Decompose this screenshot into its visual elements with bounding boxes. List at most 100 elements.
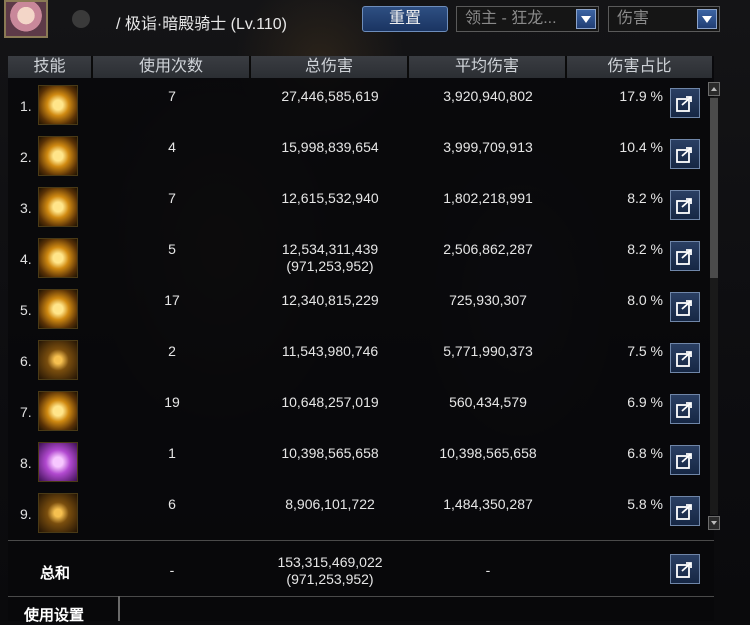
table-row: 8. 1 10,398,565,658 10,398,565,658 6.8 % <box>8 437 714 488</box>
tab-usage-settings[interactable]: 使用设置 <box>24 604 84 625</box>
total-damage: 11,543,980,746 <box>251 343 409 360</box>
share-icon <box>676 351 692 367</box>
share-icon <box>676 402 692 418</box>
table-row: 9. 6 8,906,101,722 1,484,350,287 5.8 % <box>8 488 714 539</box>
column-header-percent: 伤害占比 <box>567 56 712 78</box>
total-damage: 10,398,565,658 <box>251 445 409 462</box>
damage-stats-panel: 技能 使用次数 总伤害 平均伤害 伤害占比 1. 7 27,446,585,61… <box>8 56 714 624</box>
share-icon <box>676 147 692 163</box>
metric-select[interactable]: 伤害 <box>608 6 720 32</box>
chevron-down-icon[interactable] <box>697 9 717 29</box>
total-damage-value: 10,398,565,658 <box>281 445 379 461</box>
divider <box>8 540 714 541</box>
average-damage: 1,484,350,287 <box>443 496 533 512</box>
total-damage-value: 27,446,585,619 <box>281 88 379 104</box>
share-button[interactable] <box>670 394 700 424</box>
average-damage: 1,802,218,991 <box>443 190 533 206</box>
scroll-down-button[interactable] <box>708 516 720 530</box>
use-count: 17 <box>164 292 180 308</box>
summary-average: - <box>485 562 491 578</box>
share-button[interactable] <box>670 139 700 169</box>
damage-percent: 8.2 % <box>627 241 663 257</box>
table-row: 2. 4 15,998,839,654 3,999,709,913 10.4 % <box>8 131 714 182</box>
share-icon <box>676 96 692 112</box>
row-rank: 8. <box>20 455 32 471</box>
total-damage-value: 12,615,532,940 <box>281 190 379 206</box>
golden-rune-skill-icon <box>38 493 78 533</box>
damage-percent: 8.2 % <box>627 190 663 206</box>
row-rank: 1. <box>20 98 32 114</box>
table-row: 1. 7 27,446,585,619 3,920,940,802 17.9 % <box>8 80 714 131</box>
share-button[interactable] <box>670 343 700 373</box>
golden-orb-skill-icon <box>38 136 78 176</box>
damage-percent: 17.9 % <box>619 88 663 104</box>
share-icon <box>676 198 692 214</box>
summary-row: 总和 - 153,315,469,022 (971,253,952) - <box>8 546 714 597</box>
reset-button[interactable]: 重置 <box>362 6 448 32</box>
average-damage: 3,920,940,802 <box>443 88 533 104</box>
total-damage-value: 12,534,311,439 <box>281 241 379 257</box>
golden-beam-skill-icon <box>38 85 78 125</box>
golden-sun-skill-icon <box>38 340 78 380</box>
row-rank: 7. <box>20 404 32 420</box>
purple-aura-skill-icon <box>38 442 78 482</box>
total-damage: 12,534,311,439 (971,253,952) <box>251 241 409 275</box>
row-rank: 6. <box>20 353 32 369</box>
metric-select-value: 伤害 <box>617 10 650 27</box>
table-row: 4. 5 12,534,311,439 (971,253,952) 2,506,8… <box>8 233 714 284</box>
total-damage: 10,648,257,019 <box>251 394 409 411</box>
use-count: 6 <box>168 496 176 512</box>
use-count: 19 <box>164 394 180 410</box>
row-rank: 2. <box>20 149 32 165</box>
target-select-value: 领主 - 狂龙... <box>465 10 557 27</box>
column-header-count: 使用次数 <box>93 56 251 78</box>
use-count: 7 <box>168 190 176 206</box>
row-rank: 9. <box>20 506 32 522</box>
total-damage-value: 8,906,101,722 <box>285 496 375 512</box>
scrollbar-thumb[interactable] <box>710 98 718 278</box>
total-damage: 15,998,839,654 <box>251 139 409 156</box>
average-damage: 3,999,709,913 <box>443 139 533 155</box>
table-row: 3. 7 12,615,532,940 1,802,218,991 8.2 % <box>8 182 714 233</box>
total-damage-value: 10,648,257,019 <box>281 394 379 410</box>
table-row: 7. 19 10,648,257,019 560,434,579 6.9 % <box>8 386 714 437</box>
total-damage-value: 15,998,839,654 <box>281 139 379 155</box>
share-icon <box>676 453 692 469</box>
share-button[interactable] <box>670 496 700 526</box>
tab-divider <box>118 596 120 621</box>
total-damage: 12,615,532,940 <box>251 190 409 207</box>
share-button[interactable] <box>670 445 700 475</box>
average-damage: 2,506,862,287 <box>443 241 533 257</box>
total-damage-value: 12,340,815,229 <box>281 292 379 308</box>
row-rank: 5. <box>20 302 32 318</box>
status-dot-icon <box>72 10 90 28</box>
character-avatar <box>4 0 48 38</box>
golden-burst-skill-icon <box>38 238 78 278</box>
summary-total: 153,315,469,022 (971,253,952) <box>251 554 409 588</box>
top-bar: / 极诣·暗殿骑士 (Lv.110) 重置 领主 - 狂龙... 伤害 <box>0 0 750 40</box>
chevron-down-icon[interactable] <box>576 9 596 29</box>
scroll-up-button[interactable] <box>708 82 720 96</box>
damage-percent: 8.0 % <box>627 292 663 308</box>
damage-percent: 10.4 % <box>619 139 663 155</box>
average-damage: 10,398,565,658 <box>439 445 537 461</box>
share-button[interactable] <box>670 88 700 118</box>
golden-blades-skill-icon <box>38 187 78 227</box>
share-button[interactable] <box>670 554 700 584</box>
column-header-average: 平均伤害 <box>409 56 567 78</box>
damage-percent: 6.9 % <box>627 394 663 410</box>
target-select[interactable]: 领主 - 狂龙... <box>456 6 599 32</box>
total-damage: 12,340,815,229 <box>251 292 409 309</box>
row-rank: 3. <box>20 200 32 216</box>
share-button[interactable] <box>670 190 700 220</box>
average-damage: 725,930,307 <box>449 292 527 308</box>
average-damage: 5,771,990,373 <box>443 343 533 359</box>
table-row: 6. 2 11,543,980,746 5,771,990,373 7.5 % <box>8 335 714 386</box>
summary-total-value: 153,315,469,022 <box>277 554 383 570</box>
share-button[interactable] <box>670 292 700 322</box>
share-icon <box>676 300 692 316</box>
share-icon <box>676 249 692 265</box>
damage-percent: 7.5 % <box>627 343 663 359</box>
use-count: 1 <box>168 445 176 461</box>
share-button[interactable] <box>670 241 700 271</box>
